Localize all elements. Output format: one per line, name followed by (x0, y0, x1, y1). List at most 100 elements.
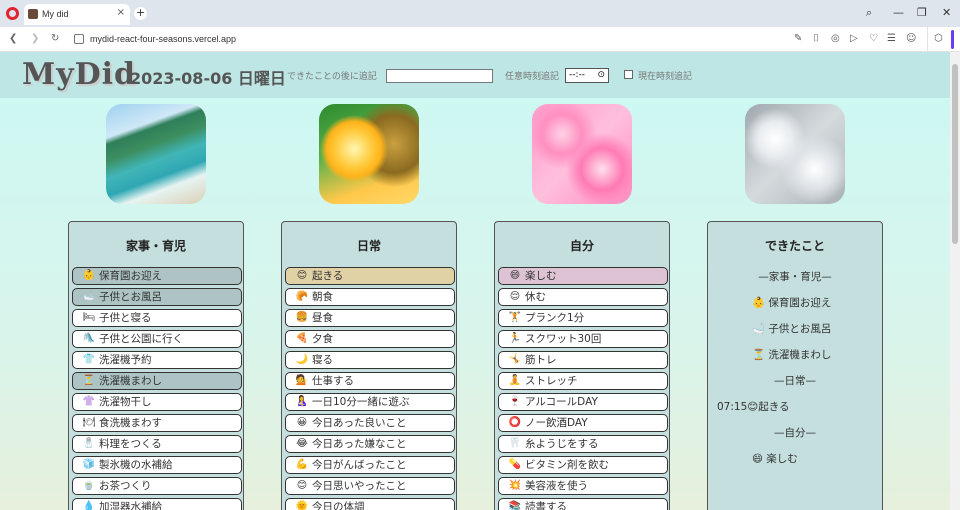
item-button[interactable]: 🍽 食洗機まわす (72, 414, 242, 432)
camera-icon[interactable]: ⌷ (813, 33, 819, 44)
item-button[interactable]: 😂 今日あった嫌なこと (285, 435, 455, 453)
item-button[interactable]: 💪 今日がんばったこと (285, 456, 455, 474)
item-label: 一日10分一緒に遊ぶ (312, 396, 410, 408)
item-label: 仕事する (312, 375, 354, 387)
extensions-icon[interactable]: ⬡ (934, 33, 943, 44)
opera-logo-icon[interactable] (6, 7, 19, 20)
app-logo: MyDid (22, 57, 137, 92)
new-tab-button[interactable]: + (134, 7, 147, 20)
time-input[interactable]: --:-- ⊙ (565, 68, 609, 83)
item-emoji-icon: 😌 (509, 291, 521, 302)
back-icon[interactable]: ❮ (9, 33, 17, 44)
item-button[interactable]: 📚 読書する (498, 498, 668, 510)
close-window-icon[interactable]: ✕ (942, 6, 951, 19)
item-button[interactable]: 🛏 子供と寝る (72, 309, 242, 327)
menu-icon[interactable]: ☰ (887, 33, 896, 44)
item-button[interactable]: 😊 今日思いやったこと (285, 477, 455, 495)
item-emoji-icon: 🍔 (295, 312, 309, 323)
tab-title: My did (42, 9, 69, 19)
item-button[interactable]: 🥐 朝食 (285, 288, 455, 306)
item-label: 糸ようじをする (525, 438, 599, 450)
clock-icon[interactable]: ⊙ (597, 70, 605, 80)
item-button[interactable]: 👕 洗濯機予約 (72, 351, 242, 369)
restore-icon[interactable]: ❐ (917, 6, 927, 19)
extensions-area: ⬡ (927, 27, 960, 52)
item-label: 朝食 (312, 291, 333, 303)
heart-icon[interactable]: ♡ (869, 33, 878, 44)
item-button[interactable]: 🏃 スクワット30回 (498, 330, 668, 348)
now-time-checkbox[interactable] (624, 70, 633, 79)
forward-icon[interactable]: ❯ (31, 33, 39, 44)
item-button[interactable]: 🤱 一日10分一緒に遊ぶ (285, 393, 455, 411)
item-emoji-icon: ⏳ (82, 375, 96, 386)
item-label: 洗濯機予約 (99, 354, 152, 366)
item-button[interactable]: 👶 保育園お迎え (72, 267, 242, 285)
beach-image (106, 104, 206, 204)
item-button[interactable]: 🤸 筋トレ (498, 351, 668, 369)
item-label: 寝る (312, 354, 333, 366)
scrollbar-thumb[interactable] (952, 64, 958, 244)
item-emoji-icon: 💪 (295, 459, 309, 470)
item-button[interactable]: 💥 美容液を使う (498, 477, 668, 495)
tab-my-did[interactable]: My did × (24, 4, 130, 25)
item-label: スクワット30回 (525, 333, 602, 345)
item-button[interactable]: 🏋 プランク1分 (498, 309, 668, 327)
search-tabs-icon[interactable]: ⌕ (866, 6, 872, 20)
column-title: 家事・育児 (125, 239, 186, 253)
item-button[interactable]: 🛁 子供とお風呂 (72, 288, 242, 306)
item-button[interactable]: 🧂 料理をつくる (72, 435, 242, 453)
item-button[interactable]: 💧 加湿器水補給 (72, 498, 242, 510)
item-label: 加湿器水補給 (99, 501, 162, 510)
column-title: 日常 (356, 239, 381, 253)
item-button[interactable]: 🍔 昼食 (285, 309, 455, 327)
minimize-icon[interactable]: — (893, 6, 904, 19)
item-button[interactable]: 👚 洗濯物干し (72, 393, 242, 411)
item-emoji-icon: 🌞 (295, 501, 309, 510)
item-button[interactable]: 😀 今日あった良いこと (285, 414, 455, 432)
vpn-icon[interactable]: ◎ (831, 33, 840, 44)
item-button[interactable]: 🦷 糸ようじをする (498, 435, 668, 453)
item-button[interactable]: 🧊 製氷機の水補給 (72, 456, 242, 474)
item-button[interactable]: 🍷 アルコールDAY (498, 393, 668, 411)
item-button[interactable]: 🍕 夕食 (285, 330, 455, 348)
tab-close-icon[interactable]: × (117, 7, 125, 18)
item-button[interactable]: ⏳ 洗濯機まわし (72, 372, 242, 390)
item-button[interactable]: 🍵 お茶つくり (72, 477, 242, 495)
item-label: 洗濯物干し (99, 396, 152, 408)
profile-icon[interactable]: ☺ (906, 33, 916, 44)
item-button[interactable]: 🧘 ストレッチ (498, 372, 668, 390)
column-housework: 家事・育児 👶 保育園お迎え 🛁 子供とお風呂 🛏 子供と寝る 🛝 子供と公園に行く 👕 洗濯機予… (68, 221, 244, 510)
item-label: 今日あった良いこと (312, 417, 407, 429)
item-button[interactable]: 😊 起きる (285, 267, 455, 285)
item-button[interactable]: 💁 仕事する (285, 372, 455, 390)
item-label: 楽しむ (525, 270, 557, 282)
item-emoji-icon: 💥 (508, 480, 522, 491)
item-button[interactable]: 💊 ビタミン剤を飲む (498, 456, 668, 474)
item-button[interactable]: 🛝 子供と公園に行く (72, 330, 242, 348)
item-button[interactable]: 😌 休む (498, 288, 668, 306)
item-emoji-icon: 👶 (82, 270, 96, 281)
after-input[interactable] (386, 69, 493, 83)
item-button[interactable]: 😄 楽しむ (498, 267, 668, 285)
page-scrollbar[interactable] (950, 52, 960, 510)
url-field[interactable]: mydid-react-four-seasons.vercel.app (90, 34, 236, 44)
item-button[interactable]: 🌞 今日の体調 (285, 498, 455, 510)
item-button[interactable]: ⭕ ノー飲酒DAY (498, 414, 668, 432)
item-button[interactable]: 🌙 寝る (285, 351, 455, 369)
page-content: MyDid 2023-08-06 日曜日 できたことの後に追記 任意時刻追記 -… (0, 52, 950, 510)
app-header: MyDid 2023-08-06 日曜日 できたことの後に追記 任意時刻追記 -… (0, 52, 950, 98)
item-label: プランク1分 (525, 312, 585, 324)
site-info-icon[interactable] (74, 34, 84, 44)
item-emoji-icon: 🛁 (82, 291, 96, 302)
item-label: 子供とお風呂 (99, 291, 162, 303)
reload-icon[interactable]: ↻ (51, 33, 59, 44)
play-icon[interactable]: ▷ (850, 33, 858, 44)
snapshot-icon[interactable]: ✎ (794, 33, 802, 44)
item-label: 洗濯機まわし (99, 375, 162, 387)
item-emoji-icon: 😂 (296, 438, 308, 449)
item-emoji-icon: 👕 (82, 354, 96, 365)
item-list: 😊 起きる 🥐 朝食 🍔 昼食 🍕 夕食 🌙 寝る 💁 仕事する 🤱 一日10分一緒に遊ぶ 😀 今日あった良い… (285, 267, 455, 510)
item-label: 保育園お迎え (99, 270, 162, 282)
item-emoji-icon: 🍵 (82, 480, 96, 491)
item-emoji-icon: 🛝 (82, 333, 96, 344)
